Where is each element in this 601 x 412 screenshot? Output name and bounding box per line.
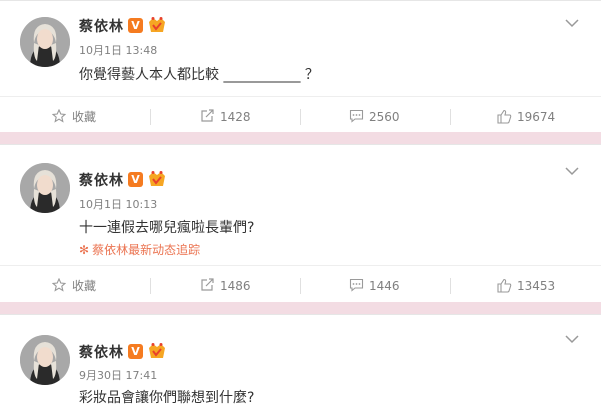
avatar[interactable] bbox=[20, 335, 70, 385]
divider bbox=[450, 109, 451, 125]
post-timestamp[interactable]: 10月1日 13:48 bbox=[79, 42, 157, 58]
verified-badge-icon: V bbox=[128, 172, 143, 187]
like-count: 13453 bbox=[517, 279, 556, 293]
source-link[interactable]: ✻ 蔡依林最新动态追踪 bbox=[79, 241, 200, 258]
repost-icon bbox=[201, 109, 214, 122]
post-content: 十一連假去哪兒瘋啦長輩們? bbox=[79, 220, 255, 236]
divider bbox=[450, 278, 451, 294]
post-timestamp[interactable]: 9月30日 17:41 bbox=[79, 367, 157, 383]
favorite-label: 收藏 bbox=[72, 279, 97, 293]
avatar[interactable] bbox=[20, 163, 70, 213]
star-icon bbox=[52, 109, 66, 123]
username[interactable]: 蔡依林 bbox=[79, 342, 124, 362]
verified-badge-icon: V bbox=[128, 344, 143, 359]
divider bbox=[150, 278, 151, 294]
repost-icon bbox=[201, 278, 214, 291]
star-icon bbox=[52, 278, 66, 292]
chevron-down-icon[interactable] bbox=[565, 335, 579, 344]
avatar[interactable] bbox=[20, 17, 70, 67]
post-content: 彩妝品會讓你們聯想到什麼? bbox=[79, 390, 255, 406]
comment-count: 2560 bbox=[369, 110, 400, 124]
vip-badge-icon[interactable] bbox=[147, 16, 167, 34]
username[interactable]: 蔡依林 bbox=[79, 170, 124, 190]
divider bbox=[300, 278, 301, 294]
repost-count: 1428 bbox=[220, 110, 251, 124]
action-bar: 收藏 1428 2560 19674 bbox=[0, 96, 601, 137]
username[interactable]: 蔡依林 bbox=[79, 16, 124, 36]
weibo-post: 蔡依林 V 10月1日 13:48 你覺得藝人本人都比較 ___________… bbox=[0, 0, 601, 132]
post-content: 你覺得藝人本人都比較 ___________ ？ bbox=[79, 67, 319, 83]
comment-icon bbox=[349, 278, 364, 292]
post-timestamp[interactable]: 10月1日 10:13 bbox=[79, 196, 157, 212]
vip-badge-icon[interactable] bbox=[147, 342, 167, 360]
weibo-post: 蔡依林 V 9月30日 17:41 彩妝品會讓你們聯想到什麼? bbox=[0, 314, 601, 412]
vip-badge-icon[interactable] bbox=[147, 170, 167, 188]
chevron-down-icon[interactable] bbox=[565, 167, 579, 176]
divider bbox=[150, 109, 151, 125]
like-count: 19674 bbox=[517, 110, 556, 124]
favorite-label: 收藏 bbox=[72, 110, 97, 124]
weibo-post: 蔡依林 V 10月1日 10:13 十一連假去哪兒瘋啦長輩們? ✻ 蔡依林最新动态… bbox=[0, 144, 601, 302]
verified-badge-icon: V bbox=[128, 18, 143, 33]
thumbs-up-icon bbox=[497, 278, 512, 293]
thumbs-up-icon bbox=[497, 109, 512, 124]
repost-count: 1486 bbox=[220, 279, 251, 293]
chevron-down-icon[interactable] bbox=[565, 19, 579, 28]
action-bar: 收藏 1486 1446 13453 bbox=[0, 265, 601, 306]
flower-icon: ✻ bbox=[79, 243, 90, 257]
comment-count: 1446 bbox=[369, 279, 400, 293]
divider bbox=[300, 109, 301, 125]
source-label: 蔡依林最新动态追踪 bbox=[92, 243, 201, 257]
comment-icon bbox=[349, 109, 364, 123]
